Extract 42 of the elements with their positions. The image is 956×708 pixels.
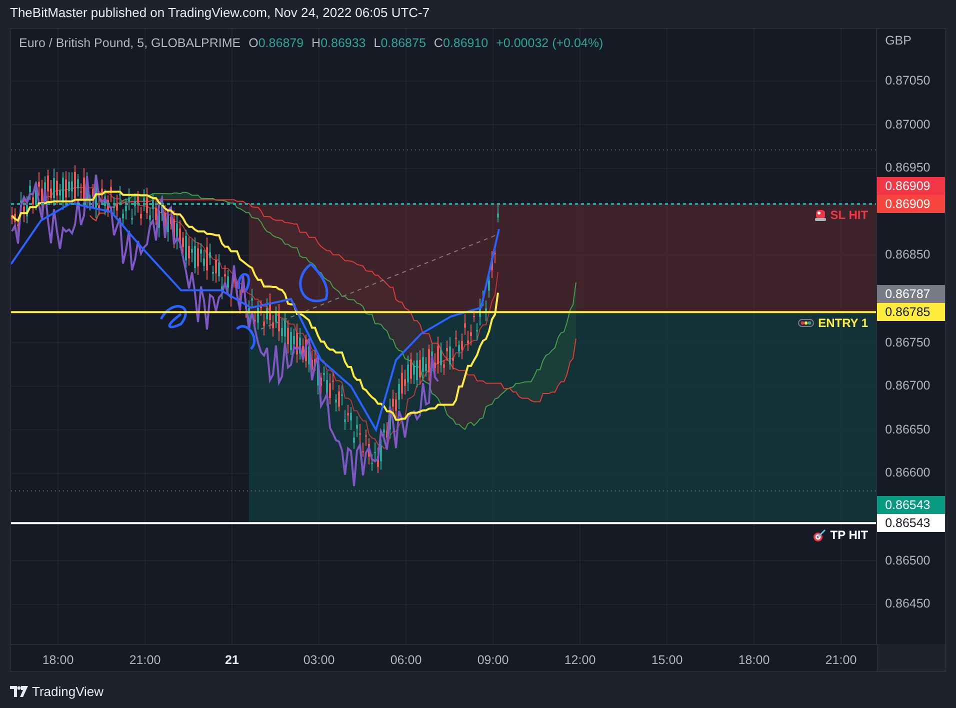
price-tag: 0.86909: [877, 176, 946, 195]
price-change: +0.00032 (+0.04%): [496, 35, 604, 52]
price-tag: 0.86909: [877, 194, 946, 213]
time-label: 12:00: [564, 652, 596, 669]
price-label: 0.86600: [885, 465, 930, 482]
dart-icon: [813, 528, 826, 542]
symbol-title: Euro / British Pound, 5, GLOBALPRIME: [19, 35, 241, 52]
currency-label: GBP: [885, 32, 912, 50]
price-label: 0.86650: [885, 421, 930, 438]
price-label: 0.86450: [885, 596, 930, 613]
level-label: SL HIT: [830, 206, 868, 224]
price-label: 0.86950: [885, 160, 930, 177]
level-label: ENTRY 1: [818, 315, 868, 332]
price-label: 0.86750: [885, 334, 930, 352]
price-label: 0.86850: [885, 247, 930, 264]
time-label: 21:00: [129, 652, 161, 669]
price-tag: 0.86543: [877, 514, 946, 532]
traffic-light-icon: [798, 319, 814, 328]
time-label: 03:00: [303, 652, 335, 669]
price-label: 0.87050: [885, 72, 930, 90]
ohlc-reading: O0.86879: [248, 35, 304, 52]
ohlc-reading: C0.86910: [434, 35, 488, 52]
time-label: 09:00: [477, 652, 509, 669]
price-label: 0.87000: [885, 116, 930, 134]
publisher-caption: TheBitMaster published on TradingView.com, Nov 24, 2022 06:05 UTC-7: [10, 5, 430, 20]
siren-icon: [815, 208, 826, 222]
time-label: 18:00: [738, 652, 770, 669]
brand-name[interactable]: TradingView: [32, 682, 104, 702]
price-tag: 0.86785: [877, 303, 946, 322]
price-label: 0.86700: [885, 378, 930, 395]
ohlc-reading: H0.86933: [312, 35, 366, 52]
time-label: 21: [225, 652, 239, 669]
ohlc-reading: L0.86875: [374, 35, 426, 52]
time-label: 18:00: [42, 652, 74, 669]
time-label: 21:00: [825, 652, 857, 669]
price-tag: 0.86787: [877, 285, 946, 304]
time-label: 15:00: [651, 652, 683, 669]
price-tag: 0.86543: [877, 496, 946, 514]
time-label: 06:00: [390, 652, 422, 669]
price-label: 0.86500: [885, 552, 930, 570]
logo-icon: [10, 686, 28, 698]
level-label: TP HIT: [830, 527, 868, 544]
